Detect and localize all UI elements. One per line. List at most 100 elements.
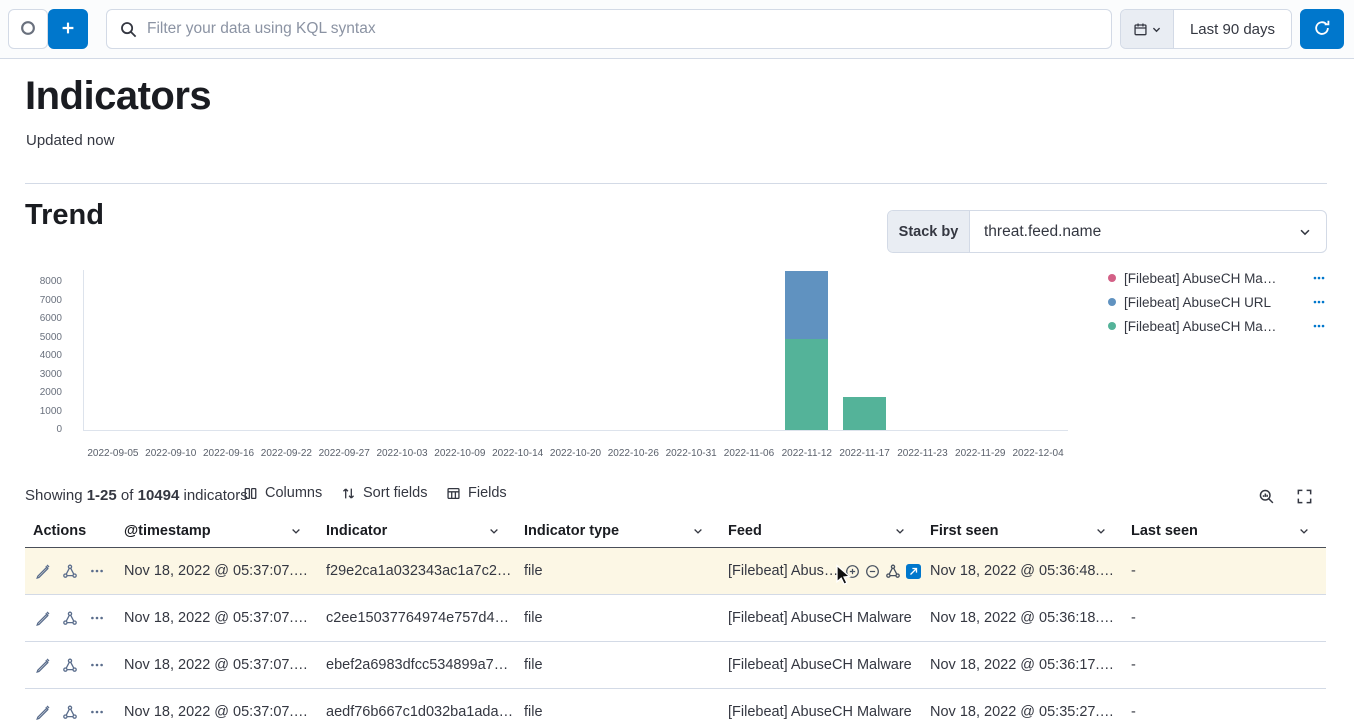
investigate-in-timeline-icon[interactable] — [62, 563, 78, 579]
legend-more-actions-icon[interactable] — [1312, 319, 1326, 333]
cell-first-seen: Nov 18, 2022 @ 05:36:18.… — [922, 610, 1123, 626]
investigate-in-timeline-icon[interactable] — [62, 704, 78, 720]
legend-item[interactable]: [Filebeat] AbuseCH Ma… — [1108, 314, 1326, 338]
x-tick-label: 2022-12-04 — [1013, 448, 1064, 459]
date-range-picker: Last 90 days — [1120, 9, 1292, 49]
cell-timestamp: Nov 18, 2022 @ 05:37:07.… — [116, 657, 318, 673]
fullscreen-button[interactable] — [1291, 484, 1317, 508]
kql-search-bar[interactable] — [106, 9, 1112, 49]
table-body: Nov 18, 2022 @ 05:37:07.…f29e2ca1a032343… — [25, 548, 1326, 721]
x-tick-label: 2022-10-03 — [376, 448, 427, 459]
x-tick-label: 2022-09-27 — [319, 448, 370, 459]
cell-timestamp: Nov 18, 2022 @ 05:37:07.… — [116, 563, 318, 579]
legend-more-actions-icon[interactable] — [1312, 295, 1326, 309]
column-header-indicator-type[interactable]: Indicator type — [516, 523, 720, 539]
chevron-down-icon[interactable] — [1298, 525, 1310, 537]
refresh-button[interactable] — [1300, 9, 1344, 49]
table-row: Nov 18, 2022 @ 05:37:07.…aedf76b667c1d03… — [25, 689, 1326, 721]
feed-value: [Filebeat] AbuseCH Malware — [728, 704, 912, 720]
kql-search-input[interactable] — [147, 20, 1099, 38]
chevron-down-icon[interactable] — [488, 525, 500, 537]
column-header-label: @timestamp — [124, 523, 211, 539]
filter-out-icon[interactable] — [865, 564, 880, 579]
inspect-button[interactable] — [1253, 484, 1279, 508]
x-tick-label: 2022-11-23 — [897, 448, 947, 459]
chevron-down-icon[interactable] — [692, 525, 704, 537]
legend-item[interactable]: [Filebeat] AbuseCH Ma… — [1108, 266, 1326, 290]
cell-indicator: f29e2ca1a032343ac1a7c2… — [318, 563, 516, 579]
legend-item[interactable]: [Filebeat] AbuseCH URL — [1108, 290, 1326, 314]
y-tick-label: 3000 — [18, 370, 62, 380]
chevron-down-icon — [1151, 24, 1162, 35]
trend-heading: Trend — [25, 199, 104, 232]
column-header-label: Last seen — [1131, 523, 1198, 539]
column-header-indicator[interactable]: Indicator — [318, 523, 516, 539]
add-to-timeline-icon[interactable] — [906, 564, 921, 579]
investigate-in-timeline-icon[interactable] — [62, 610, 78, 626]
chevron-down-icon — [1298, 225, 1312, 239]
more-actions-icon[interactable] — [89, 563, 105, 579]
edit-icon[interactable] — [35, 610, 51, 626]
chevron-down-icon[interactable] — [290, 525, 302, 537]
more-actions-icon[interactable] — [89, 704, 105, 720]
column-header-label: Indicator type — [524, 523, 619, 539]
chevron-down-icon[interactable] — [894, 525, 906, 537]
column-header--timestamp[interactable]: @timestamp — [116, 523, 318, 539]
cell-first-seen: Nov 18, 2022 @ 05:35:27.… — [922, 704, 1123, 720]
columns-icon — [243, 486, 258, 501]
legend-dot — [1108, 298, 1116, 306]
chart-legend: [Filebeat] AbuseCH Ma…[Filebeat] AbuseCH… — [1108, 266, 1326, 338]
row-actions — [25, 657, 116, 673]
x-tick-label: 2022-09-05 — [87, 448, 138, 459]
more-actions-icon[interactable] — [89, 657, 105, 673]
refresh-icon — [1313, 19, 1331, 40]
column-header-last-seen[interactable]: Last seen — [1123, 523, 1326, 539]
investigate-in-timeline-icon[interactable] — [885, 563, 901, 579]
search-icon — [119, 20, 138, 39]
columns-button[interactable]: Columns — [243, 485, 322, 501]
y-tick-label: 5000 — [18, 333, 62, 343]
column-header-label: Feed — [728, 523, 762, 539]
table-header: Actions @timestamp Indicator Indicator type… — [25, 515, 1326, 548]
fullscreen-icon — [1296, 488, 1313, 505]
add-filter-plus-icon — [59, 19, 77, 40]
date-range-value[interactable]: Last 90 days — [1174, 10, 1291, 48]
edit-icon[interactable] — [35, 563, 51, 579]
column-header-first-seen[interactable]: First seen — [922, 523, 1123, 539]
x-tick-label: 2022-11-29 — [955, 448, 1005, 459]
legend-dot — [1108, 322, 1116, 330]
filter-for-icon[interactable] — [845, 564, 860, 579]
add-filter-button[interactable] — [48, 9, 88, 49]
date-quick-select-button[interactable] — [1121, 10, 1174, 48]
stack-by-select[interactable]: Stack by threat.feed.name — [887, 210, 1327, 253]
saved-query-menu-icon — [19, 19, 37, 40]
more-actions-icon[interactable] — [89, 610, 105, 626]
x-tick-label: 2022-09-10 — [145, 448, 196, 459]
legend-more-actions-icon[interactable] — [1312, 271, 1326, 285]
column-header-actions: Actions — [25, 523, 116, 539]
cell-indicator-type: file — [516, 563, 720, 579]
updated-status: Updated now — [26, 132, 114, 149]
cell-indicator-type: file — [516, 610, 720, 626]
edit-icon[interactable] — [35, 704, 51, 720]
cell-feed: [Filebeat] AbuseCH Malware — [720, 610, 922, 626]
legend-label: [Filebeat] AbuseCH Ma… — [1124, 271, 1276, 286]
top-toolbar: Last 90 days — [0, 0, 1354, 59]
row-actions — [25, 610, 116, 626]
cell-indicator-type: file — [516, 704, 720, 720]
edit-icon[interactable] — [35, 657, 51, 673]
x-tick-label: 2022-11-17 — [839, 448, 889, 459]
chevron-down-icon[interactable] — [1095, 525, 1107, 537]
fields-button[interactable]: Fields — [446, 485, 507, 501]
cell-feed: [Filebeat] AbuseCH Malware — [720, 704, 922, 720]
summary-total: 10494 — [138, 487, 180, 504]
feed-hover-actions — [845, 563, 921, 579]
legend-dot — [1108, 274, 1116, 282]
investigate-in-timeline-icon[interactable] — [62, 657, 78, 673]
table-row: Nov 18, 2022 @ 05:37:07.…c2ee15037764974… — [25, 595, 1326, 642]
saved-query-menu-button[interactable] — [8, 9, 48, 49]
column-header-feed[interactable]: Feed — [720, 523, 922, 539]
sort-fields-button[interactable]: Sort fields — [341, 485, 427, 501]
y-tick-label: 2000 — [18, 388, 62, 398]
column-header-label: Indicator — [326, 523, 387, 539]
